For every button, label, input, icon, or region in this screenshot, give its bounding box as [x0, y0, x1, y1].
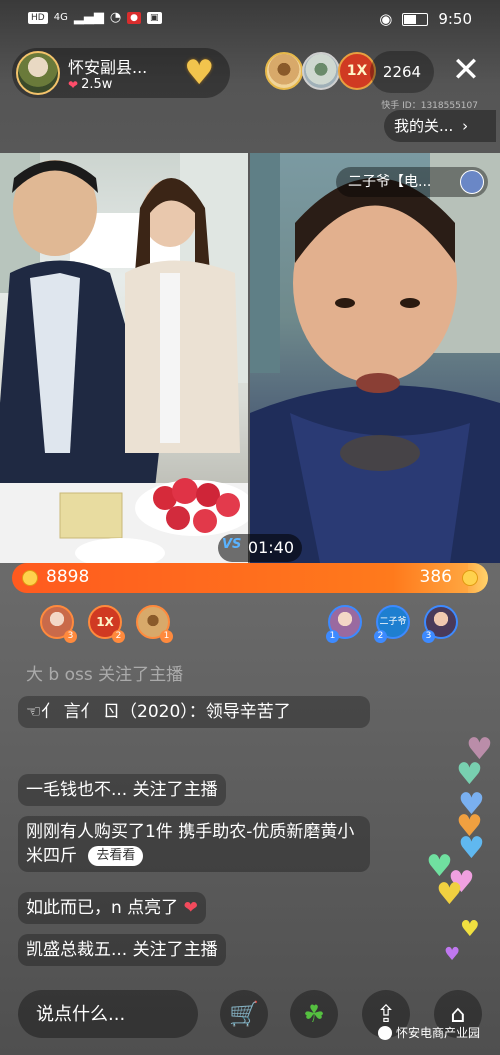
host-info[interactable]: 怀安副县... ❤ 2.5w ♥ — [12, 48, 230, 98]
opponent-video-scene — [250, 153, 500, 563]
pk-right-score: 386 — [419, 567, 452, 587]
signal-icon: ▂▄▆ — [73, 10, 104, 25]
like-heart-icon: ❤ — [68, 77, 79, 92]
viewer-avatar-1[interactable] — [265, 52, 303, 90]
rank-right-1-num: 1 — [326, 630, 339, 643]
my-follow-label: 我的关... — [394, 117, 454, 135]
host-name: 怀安副县... — [68, 58, 148, 77]
pk-left-score: 8898 — [46, 567, 90, 587]
vs-icon: VS — [222, 537, 242, 552]
close-icon[interactable]: ✕ — [448, 52, 484, 88]
status-bar: HD 4G ▂▄▆ ◔ ● ▣ ◉ 9:50 — [0, 0, 500, 40]
floating-heart-icon: ♥ — [456, 757, 483, 792]
wifi-icon: ◔ — [109, 10, 122, 25]
chevron-right-icon: › — [462, 117, 469, 135]
chat-text: 刚刚有人购买了1件 携手助农-优质新磨黄小米四斤 — [26, 822, 355, 866]
opponent-name-pill[interactable]: 二子爷【电... — [336, 167, 488, 197]
host-avatar[interactable] — [16, 51, 60, 95]
pk-score-bar: 8898 386 — [12, 563, 488, 593]
opponent-name: 二子爷【电... — [348, 174, 432, 190]
viewer-count[interactable]: 2264 — [370, 51, 434, 93]
chat-message[interactable]: 一毛钱也不... 关注了主播 — [18, 774, 226, 806]
chat-text: 凯盛总裁五... 关注了主播 — [26, 940, 218, 960]
viewer-avatar-2[interactable] — [302, 52, 340, 90]
chat-message[interactable]: 凯盛总裁五... 关注了主播 — [18, 934, 226, 966]
clover-icon: ☘ — [303, 1000, 325, 1028]
app-notify-icon-2: ▣ — [147, 11, 162, 24]
rank-left-1-num: 1 — [160, 630, 173, 643]
opponent-avatar[interactable] — [460, 170, 484, 194]
eye-icon: ◉ — [379, 10, 393, 28]
pk-timer-value: 01:40 — [247, 538, 294, 557]
my-follow-button[interactable]: 我的关... › — [384, 110, 496, 142]
rank-right-3-num: 3 — [422, 630, 435, 643]
chat-message[interactable]: ☜亻 言亻 ㄖ（2020）：领导辛苦了 — [18, 696, 370, 728]
chat-faded-message: 大 b oss 关注了主播 — [26, 665, 184, 685]
host-video-scene — [0, 153, 248, 563]
chat-text: 如此而已，n 点亮了 — [26, 898, 179, 918]
floating-heart-icon: ♥ — [460, 917, 480, 942]
wechat-icon — [378, 1025, 392, 1040]
comment-input[interactable] — [18, 990, 198, 1038]
rank-right-2-num: 2 — [374, 630, 387, 643]
rank-right-2-label: 二子爷 — [379, 617, 407, 627]
network-label: 4G — [53, 12, 68, 23]
lit-heart-icon: ❤ — [183, 898, 198, 918]
host-likes: ❤ 2.5w — [68, 77, 112, 92]
follow-heart-icon[interactable]: ♥ — [184, 56, 224, 90]
watermark-text: 怀安电商产业园 — [396, 1026, 481, 1040]
chat-text: ☜亻 言亻 ㄖ（2020）：领导辛苦了 — [26, 702, 291, 722]
status-right: ◉ 9:50 — [379, 10, 472, 28]
like-count: 2.5w — [81, 77, 113, 92]
clock: 9:50 — [438, 10, 472, 28]
floating-heart-icon: ♥ — [444, 944, 461, 965]
watermark: 怀安电商产业园 — [378, 1024, 480, 1041]
viewer-avatar-3-label: 1X — [346, 63, 368, 79]
coin-icon-right — [462, 570, 478, 586]
go-see-button[interactable]: 去看看 — [88, 846, 144, 866]
floating-heart-icon: ♥ — [436, 877, 463, 912]
opponent-video — [250, 153, 500, 563]
coin-icon — [22, 570, 38, 586]
floating-heart-icon: ♥ — [458, 831, 485, 866]
hd-chip: HD — [28, 11, 48, 24]
rank-left-2-num: 2 — [112, 630, 125, 643]
chat-message[interactable]: 刚刚有人购买了1件 携手助农-优质新磨黄小米四斤 去看看 — [18, 816, 370, 872]
cart-button[interactable]: 🛒 — [220, 990, 268, 1038]
clover-button[interactable]: ☘ — [290, 990, 338, 1038]
chat-message[interactable]: 如此而已，n 点亮了 ❤ — [18, 892, 206, 924]
status-left: HD 4G ▂▄▆ ◔ ● ▣ — [28, 10, 162, 25]
app-notify-icon: ● — [127, 11, 142, 24]
host-video — [0, 153, 248, 563]
rank-left-2-label: 1X — [96, 615, 114, 629]
battery-icon — [402, 12, 429, 26]
cart-icon: 🛒 — [229, 1000, 259, 1028]
chat-text: 一毛钱也不... 关注了主播 — [26, 780, 218, 800]
rank-left-3-num: 3 — [64, 630, 77, 643]
